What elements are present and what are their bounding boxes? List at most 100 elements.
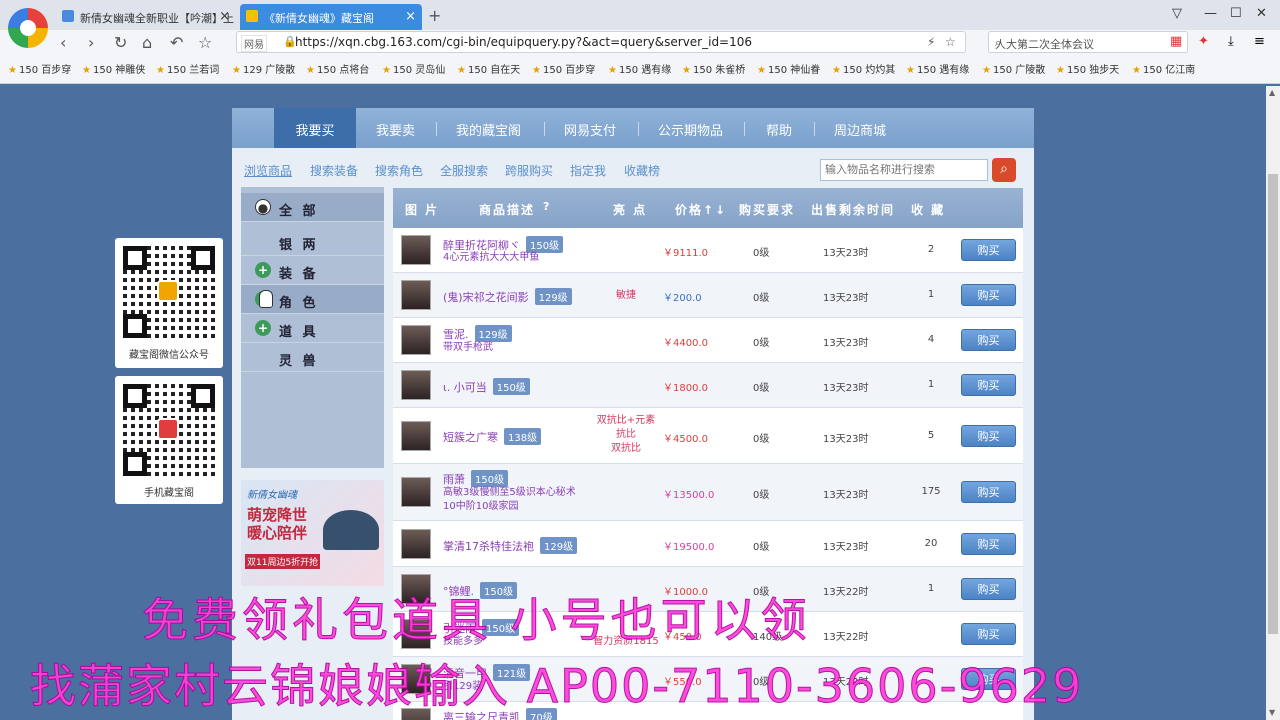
minimize-icon[interactable]: —	[1204, 6, 1217, 21]
browser-tab-2[interactable]: 《新倩女幽魂》藏宝阁 ×	[240, 4, 422, 30]
subnav-search-role[interactable]: 搜索角色	[375, 162, 423, 179]
close-tab-icon[interactable]: ×	[219, 9, 230, 24]
character-avatar[interactable]	[401, 529, 431, 559]
character-avatar[interactable]	[401, 235, 431, 265]
search-button[interactable]: ⌕	[992, 158, 1016, 182]
category-silver[interactable]: 银 两	[241, 227, 384, 256]
buy-button[interactable]: 购买	[961, 284, 1016, 306]
item-name[interactable]: ι. 小可当 150级	[443, 378, 530, 395]
undo-icon[interactable]: ↶	[170, 33, 183, 52]
reload-icon[interactable]: ↻	[114, 33, 127, 52]
subnav-browse[interactable]: 浏览商品	[244, 162, 292, 179]
help-icon[interactable]: ?	[543, 200, 551, 213]
page-scrollbar[interactable]: ▲ ▼	[1266, 86, 1280, 720]
category-equipment[interactable]: + 装 备	[241, 256, 384, 285]
character-avatar[interactable]	[401, 280, 431, 310]
buy-button[interactable]: 购买	[961, 578, 1016, 600]
category-props[interactable]: + 道 具	[241, 314, 384, 343]
bookmark-star-icon[interactable]: ☆	[945, 35, 956, 49]
subnav-search-equip[interactable]: 搜索装备	[310, 162, 358, 179]
buy-button[interactable]: 购买	[961, 623, 1016, 645]
bookmark-item[interactable]: 129 广陵散	[232, 61, 295, 76]
back-icon[interactable]: ‹	[60, 33, 66, 52]
bookmark-item[interactable]: 150 百步穿	[532, 61, 595, 76]
bookmark-item[interactable]: 150 灼灼其	[832, 61, 895, 76]
item-name[interactable]: 雪泥. 129级	[443, 325, 512, 342]
col-price[interactable]: 价格↑↓	[675, 201, 727, 218]
item-desc: 高敏3级慢侧至5级识本心秘术	[443, 487, 576, 498]
character-avatar[interactable]	[401, 477, 431, 507]
gamepad-icon[interactable]: ✦	[1198, 34, 1209, 49]
scroll-up-icon[interactable]: ▲	[1269, 88, 1275, 97]
item-name[interactable]: 雨萧 150级	[443, 470, 509, 487]
subnav-assigned[interactable]: 指定我	[570, 162, 606, 179]
bookmark-item[interactable]: 150 自在天	[457, 61, 520, 76]
buy-button[interactable]: 购买	[961, 239, 1016, 261]
character-avatar[interactable]	[401, 421, 431, 451]
browser-logo[interactable]	[8, 8, 48, 48]
tab-bar: 新倩女幽魂全新职业【吟潮】上 × 《新倩女幽魂》藏宝阁 × + ▽ — ☐ ✕	[0, 0, 1280, 30]
close-tab-icon[interactable]: ×	[405, 9, 416, 24]
bookmark-item[interactable]: 150 灵岛仙	[382, 61, 445, 76]
maximize-icon[interactable]: ☐	[1230, 6, 1242, 21]
scroll-down-icon[interactable]: ▼	[1269, 708, 1275, 717]
table-row: ι. 小可当 150级 ￥1800.0 0级 13天23时 1 购买	[393, 363, 1023, 408]
scroll-thumb[interactable]	[1268, 174, 1278, 634]
close-window-icon[interactable]: ✕	[1256, 6, 1267, 21]
level-badge: 150级	[471, 470, 509, 487]
promo-banner[interactable]: 新倩女幽魂 萌宠降世 暖心陪伴 双11周边5折开抢	[241, 480, 384, 586]
bookmark-item[interactable]: 150 遇有缘	[906, 61, 969, 76]
item-search-input[interactable]	[820, 159, 988, 181]
nav-netease-pay[interactable]: 网易支付	[564, 120, 616, 139]
qr-finder	[191, 246, 215, 270]
character-avatar[interactable]	[401, 325, 431, 355]
bookmark-item[interactable]: 150 遇有缘	[608, 61, 671, 76]
subnav-favorites[interactable]: 收藏榜	[624, 162, 660, 179]
item-name[interactable]: 掌清17杀特佳法袍 129级	[443, 537, 578, 554]
bookmark-item[interactable]: 150 广陵散	[982, 61, 1045, 76]
browser-tab-1[interactable]: 新倩女幽魂全新职业【吟潮】上 ×	[56, 4, 236, 30]
bookmark-item[interactable]: 150 点将台	[306, 61, 369, 76]
buy-button[interactable]: 购买	[961, 374, 1016, 396]
home-icon[interactable]: ⌂	[142, 33, 152, 52]
expand-plus-icon[interactable]: +	[255, 262, 271, 278]
forward-icon[interactable]: ›	[88, 33, 94, 52]
favorite-star-icon[interactable]: ☆	[198, 33, 212, 52]
bookmark-item[interactable]: 150 神雕侠	[82, 61, 145, 76]
category-pets[interactable]: 灵 兽	[241, 343, 384, 372]
buy-button[interactable]: 购买	[961, 329, 1016, 351]
new-tab-icon[interactable]: +	[428, 6, 441, 25]
game-logo: 新倩女幽魂	[247, 490, 297, 501]
expand-plus-icon[interactable]: +	[255, 320, 271, 336]
category-all[interactable]: ● 全 部	[241, 193, 384, 222]
nav-mall[interactable]: 周边商城	[834, 120, 886, 139]
nav-sell[interactable]: 我要卖	[376, 120, 415, 139]
item-name[interactable]: 短簇之广寒 138级	[443, 428, 542, 445]
bookmark-item[interactable]: 150 独步天	[1056, 61, 1119, 76]
bookmark-item[interactable]: 150 亿江南	[1132, 61, 1195, 76]
subnav-all-server[interactable]: 全服搜索	[440, 162, 488, 179]
bookmark-item[interactable]: 150 神仙眷	[757, 61, 820, 76]
address-bar[interactable]: 网易 🔒 https://xqn.cbg.163.com/cgi-bin/equ…	[236, 31, 966, 53]
character-avatar[interactable]	[401, 370, 431, 400]
nav-help[interactable]: 帮助	[766, 120, 792, 139]
nav-public-items[interactable]: 公示期物品	[658, 120, 723, 139]
lightning-icon[interactable]: ⚡	[927, 35, 935, 49]
bookmark-item[interactable]: 150 兰若词	[156, 61, 219, 76]
download-icon[interactable]: ⤓	[1228, 34, 1234, 49]
nav-buy[interactable]: 我要买	[274, 108, 356, 148]
menu-icon[interactable]: ≡	[1254, 34, 1265, 49]
buy-button[interactable]: 购买	[961, 533, 1016, 555]
item-requirement: 0级	[753, 542, 770, 553]
skin-icon[interactable]: ▽	[1172, 6, 1182, 21]
bookmark-item[interactable]: 150 朱雀桥	[682, 61, 745, 76]
nav-my-treasury[interactable]: 我的藏宝阁	[456, 120, 521, 139]
bookmark-item[interactable]: 150 百步穿	[8, 61, 71, 76]
apps-grid-icon[interactable]: ▦	[1170, 34, 1182, 49]
browser-search-box[interactable]: 人大第二次全体会议 ⌕	[988, 31, 1188, 53]
buy-button[interactable]: 购买	[961, 425, 1016, 447]
subnav-cross-server[interactable]: 跨服购买	[505, 162, 553, 179]
buy-button[interactable]: 购买	[961, 481, 1016, 503]
item-name[interactable]: (鬼)宋祁之花间影 129级	[443, 288, 572, 305]
search-icon[interactable]: ⌕	[995, 36, 1183, 50]
